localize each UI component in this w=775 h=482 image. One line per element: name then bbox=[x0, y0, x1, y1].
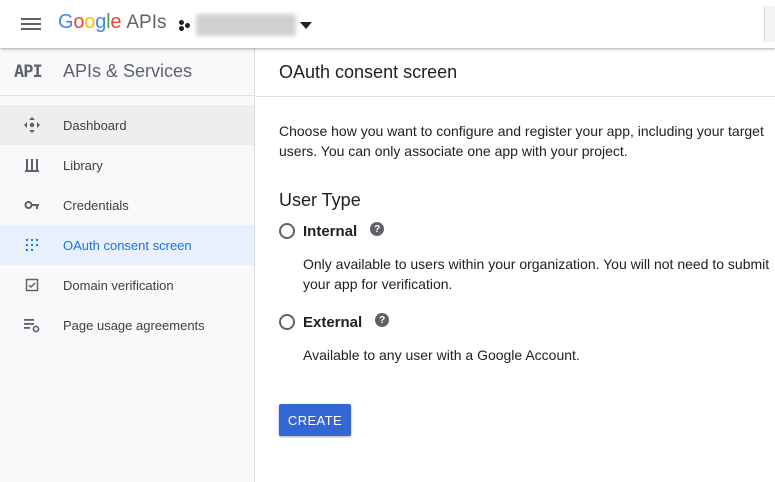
user-type-heading: User Type bbox=[279, 190, 361, 210]
user-type-external-row: External ? bbox=[279, 310, 759, 334]
user-type-internal-row: Internal ? bbox=[279, 219, 759, 243]
help-icon[interactable]: ? bbox=[370, 222, 385, 236]
internal-description: Only available to users within your orga… bbox=[303, 256, 770, 292]
key-icon bbox=[22, 195, 42, 215]
consent-content: Choose how you want to configure and reg… bbox=[256, 121, 775, 436]
page-description: Choose how you want to configure and reg… bbox=[279, 123, 764, 159]
sidebar-nav: Dashboard Library Credentials OAuth cons… bbox=[0, 105, 254, 345]
project-name-redacted bbox=[196, 14, 296, 36]
sidebar-item-oauth-consent-screen[interactable]: OAuth consent screen bbox=[0, 225, 254, 265]
logo-letter: o bbox=[84, 11, 96, 33]
logo-letter: g bbox=[95, 11, 107, 33]
sidebar-item-page-usage-agreements[interactable]: Page usage agreements bbox=[0, 305, 254, 345]
help-icon[interactable]: ? bbox=[375, 313, 390, 327]
main-header: OAuth consent screen bbox=[256, 48, 775, 97]
project-picker[interactable] bbox=[178, 12, 312, 38]
sidebar-item-label: Dashboard bbox=[63, 117, 127, 133]
sidebar-item-label: Domain verification bbox=[63, 277, 174, 293]
internal-label[interactable]: Internal bbox=[303, 223, 357, 240]
google-wordmark: Google bbox=[58, 11, 122, 34]
page-title: OAuth consent screen bbox=[279, 61, 458, 82]
logo-letter: G bbox=[58, 11, 74, 33]
api-icon: API bbox=[14, 61, 43, 82]
chevron-down-icon bbox=[300, 21, 312, 29]
sidebar-item-label: OAuth consent screen bbox=[63, 237, 192, 253]
sidebar-header: API APIs & Services bbox=[0, 48, 254, 96]
logo-suffix: APIs bbox=[126, 12, 167, 33]
list-settings-icon bbox=[22, 315, 42, 335]
sidebar-item-dashboard[interactable]: Dashboard bbox=[0, 105, 254, 145]
sidebar-item-label: Page usage agreements bbox=[63, 317, 205, 333]
library-icon bbox=[22, 155, 42, 175]
top-app-bar: Google APIs bbox=[0, 0, 775, 48]
google-apis-logo[interactable]: Google APIs bbox=[58, 11, 166, 37]
internal-radio[interactable] bbox=[279, 223, 295, 239]
sidebar-item-label: Credentials bbox=[63, 197, 129, 213]
project-dots-icon bbox=[178, 18, 192, 32]
sidebar-title: APIs & Services bbox=[63, 61, 193, 81]
sidebar: API APIs & Services Dashboard Library Cr… bbox=[0, 48, 255, 482]
sidebar-item-credentials[interactable]: Credentials bbox=[0, 185, 254, 225]
search-box-edge[interactable] bbox=[764, 6, 775, 42]
external-label[interactable]: External bbox=[303, 314, 362, 331]
sidebar-item-label: Library bbox=[63, 157, 103, 173]
dashboard-icon bbox=[22, 115, 42, 135]
logo-letter: e bbox=[110, 11, 122, 33]
hamburger-menu-icon[interactable] bbox=[14, 10, 48, 38]
sidebar-item-domain-verification[interactable]: Domain verification bbox=[0, 265, 254, 305]
checkbox-icon bbox=[22, 275, 42, 295]
consent-grid-icon bbox=[22, 235, 42, 255]
sidebar-item-library[interactable]: Library bbox=[0, 145, 254, 185]
main-panel: OAuth consent screen Choose how you want… bbox=[256, 48, 775, 482]
logo-letter: o bbox=[73, 11, 85, 33]
external-description: Available to any user with a Google Acco… bbox=[303, 347, 580, 363]
external-radio[interactable] bbox=[279, 314, 295, 330]
create-button[interactable]: CREATE bbox=[279, 404, 351, 436]
